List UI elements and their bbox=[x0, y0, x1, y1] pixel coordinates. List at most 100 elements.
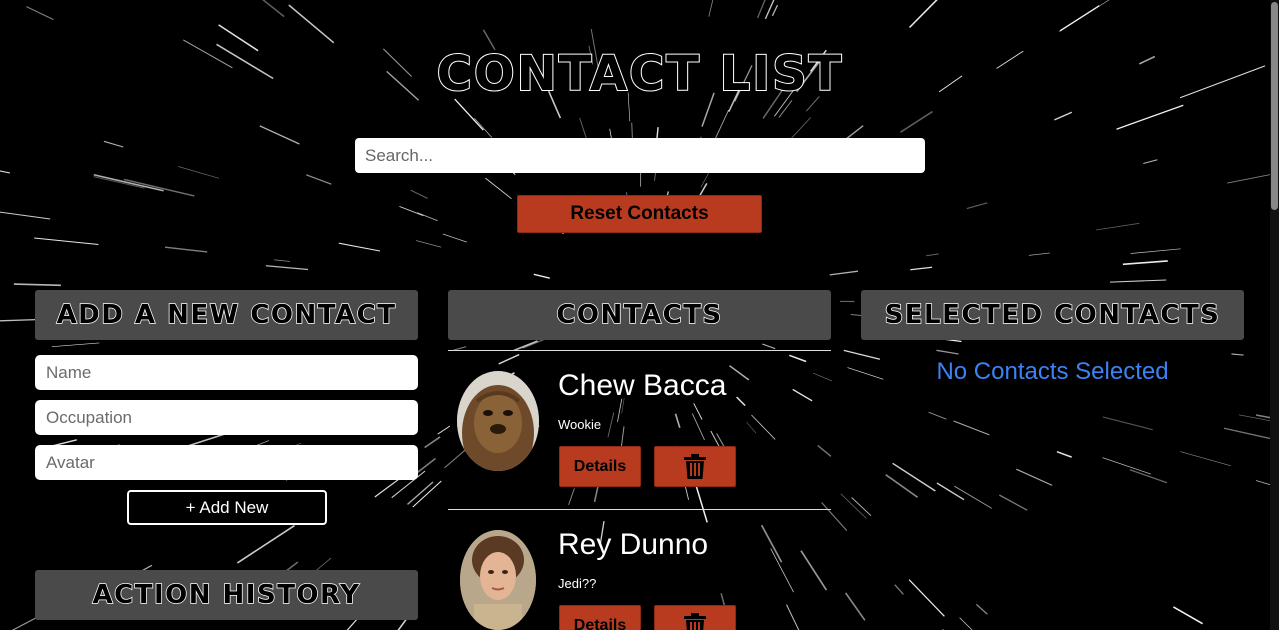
star-streak bbox=[1059, 5, 1100, 32]
star-streak bbox=[407, 481, 434, 505]
star-streak bbox=[236, 524, 295, 564]
star-streak bbox=[513, 340, 538, 352]
star-streak bbox=[1054, 111, 1073, 121]
rey-avatar-icon bbox=[460, 530, 536, 630]
avatar-field[interactable] bbox=[35, 445, 418, 480]
star-streak bbox=[936, 482, 965, 501]
star-streak bbox=[579, 117, 587, 139]
star-streak bbox=[305, 174, 332, 185]
star-streak bbox=[1116, 104, 1184, 130]
star-streak bbox=[410, 189, 428, 199]
star-streak bbox=[790, 117, 812, 140]
star-streak bbox=[399, 205, 424, 217]
reset-contacts-button[interactable]: Reset Contacts bbox=[517, 195, 762, 233]
star-streak bbox=[928, 411, 947, 420]
page-title: Contact List bbox=[436, 45, 844, 103]
star-streak bbox=[938, 75, 963, 93]
delete-button[interactable] bbox=[654, 605, 736, 630]
star-streak bbox=[1172, 606, 1204, 625]
star-streak bbox=[1102, 416, 1153, 431]
star-streak bbox=[265, 265, 309, 271]
star-streak bbox=[1138, 55, 1156, 65]
chewbacca-avatar-icon bbox=[457, 371, 539, 471]
star-streak bbox=[975, 603, 988, 615]
star-streak bbox=[183, 39, 233, 69]
add-contact-title: Add a New Contact bbox=[56, 299, 397, 331]
selected-contacts-title: Selected Contacts bbox=[884, 299, 1221, 331]
delete-button[interactable] bbox=[654, 446, 736, 487]
star-streak bbox=[288, 4, 335, 44]
contact-card: Chew Bacca Wookie Details bbox=[448, 351, 831, 509]
star-streak bbox=[936, 349, 959, 355]
search-input[interactable] bbox=[355, 138, 925, 173]
star-streak bbox=[908, 579, 945, 617]
scrollbar-thumb[interactable] bbox=[1271, 2, 1278, 210]
add-new-button[interactable]: + Add New bbox=[127, 490, 327, 525]
star-streak bbox=[771, 4, 779, 17]
star-streak bbox=[533, 273, 550, 279]
star-streak bbox=[1028, 252, 1050, 256]
star-streak bbox=[178, 166, 220, 179]
star-streak bbox=[959, 617, 973, 630]
name-field[interactable] bbox=[35, 355, 418, 390]
star-streak bbox=[998, 494, 1028, 511]
star-streak bbox=[442, 233, 468, 243]
star-streak bbox=[274, 259, 291, 262]
star-streak bbox=[708, 0, 714, 17]
star-streak bbox=[894, 584, 904, 595]
star-streak bbox=[424, 436, 441, 449]
star-streak bbox=[910, 266, 933, 271]
star-streak bbox=[338, 242, 381, 252]
star-streak bbox=[1180, 451, 1231, 467]
star-streak bbox=[1095, 222, 1140, 231]
star-streak bbox=[93, 174, 164, 192]
contacts-header: Contacts bbox=[448, 290, 831, 340]
star-streak bbox=[713, 109, 730, 141]
occupation-field[interactable] bbox=[35, 400, 418, 435]
contact-name: Chew Bacca bbox=[558, 369, 727, 402]
star-streak bbox=[262, 0, 285, 18]
star-streak bbox=[1143, 159, 1158, 165]
star-streak bbox=[374, 479, 399, 498]
star-streak bbox=[0, 318, 40, 322]
star-streak bbox=[700, 172, 709, 188]
star-streak bbox=[900, 110, 933, 133]
star-streak bbox=[123, 178, 195, 197]
star-streak bbox=[1129, 469, 1168, 484]
star-streak bbox=[996, 50, 1024, 69]
star-streak bbox=[218, 24, 259, 52]
contact-occupation: Jedi?? bbox=[558, 576, 597, 591]
star-streak bbox=[34, 237, 99, 246]
star-streak bbox=[485, 177, 512, 200]
contact-name: Rey Dunno bbox=[558, 528, 709, 561]
star-streak bbox=[966, 202, 988, 210]
selected-contacts-header: Selected Contacts bbox=[861, 290, 1244, 340]
contacts-title: Contacts bbox=[556, 299, 723, 331]
star-streak bbox=[417, 212, 438, 222]
star-streak bbox=[0, 170, 11, 174]
details-button[interactable]: Details bbox=[559, 446, 641, 487]
star-streak bbox=[51, 342, 100, 348]
star-streak bbox=[953, 420, 990, 436]
star-streak bbox=[474, 118, 493, 138]
star-streak bbox=[762, 343, 776, 350]
star-streak bbox=[522, 338, 545, 349]
star-streak bbox=[26, 6, 54, 21]
star-streak bbox=[1130, 248, 1181, 254]
star-streak bbox=[1016, 468, 1053, 486]
details-button[interactable]: Details bbox=[559, 605, 641, 630]
avatar[interactable] bbox=[460, 530, 536, 630]
add-contact-header: Add a New Contact bbox=[35, 290, 418, 340]
star-streak bbox=[259, 125, 300, 145]
star-streak bbox=[164, 246, 208, 253]
star-streak bbox=[1122, 260, 1168, 266]
star-streak bbox=[840, 493, 867, 519]
star-streak bbox=[1056, 450, 1072, 458]
trash-icon bbox=[684, 612, 706, 630]
avatar[interactable] bbox=[457, 371, 539, 471]
contact-occupation: Wookie bbox=[558, 417, 602, 432]
page: Contact List Reset Contacts Add a New Co… bbox=[0, 0, 1279, 630]
contact-card: Rey Dunno Jedi?? Details bbox=[448, 510, 831, 630]
star-streak bbox=[892, 462, 936, 492]
star-streak bbox=[885, 474, 919, 498]
